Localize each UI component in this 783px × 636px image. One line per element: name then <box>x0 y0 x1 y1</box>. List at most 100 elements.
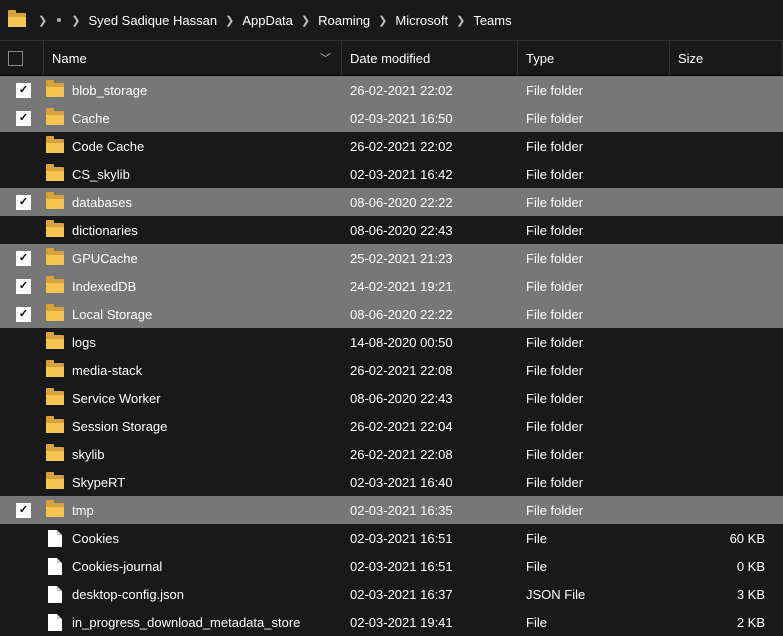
item-name: databases <box>72 195 132 210</box>
table-row[interactable]: SkypeRT02-03-2021 16:40File folder <box>0 468 783 496</box>
table-row[interactable]: Cookies-journal02-03-2021 16:51File0 KB <box>0 552 783 580</box>
item-name: media-stack <box>72 363 142 378</box>
item-type: File folder <box>518 167 670 182</box>
table-row[interactable]: databases08-06-2020 22:22File folder <box>0 188 783 216</box>
table-row[interactable]: GPUCache25-02-2021 21:23File folder <box>0 244 783 272</box>
item-type: File folder <box>518 419 670 434</box>
table-row[interactable]: Local Storage 08-06-2020 22:22File folder <box>0 300 783 328</box>
folder-icon <box>46 167 64 181</box>
item-name: CS_skylib <box>72 167 130 182</box>
item-name: IndexedDB <box>72 279 136 294</box>
item-type: File <box>518 615 670 630</box>
item-type: File folder <box>518 279 670 294</box>
table-row[interactable]: media-stack 26-02-2021 22:08File folder <box>0 356 783 384</box>
item-name: GPUCache <box>72 251 138 266</box>
item-date: 08-06-2020 22:22 <box>342 307 518 322</box>
folder-icon <box>46 279 64 293</box>
folder-icon <box>46 503 64 517</box>
breadcrumb[interactable]: ❯ ❯ Syed Sadique Hassan ❯ AppData ❯ Roam… <box>0 0 783 40</box>
ellipsis-crumb[interactable] <box>57 18 61 22</box>
item-type: File folder <box>518 139 670 154</box>
item-type: JSON File <box>518 587 670 602</box>
column-header-size[interactable]: Size <box>670 41 783 75</box>
table-row[interactable]: dictionaries08-06-2020 22:43File folder <box>0 216 783 244</box>
table-row[interactable]: Service Worker08-06-2020 22:43File folde… <box>0 384 783 412</box>
table-row[interactable]: Cache02-03-2021 16:50File folder <box>0 104 783 132</box>
table-row[interactable]: desktop-config.json02-03-2021 16:37JSON … <box>0 580 783 608</box>
chevron-right-icon: ❯ <box>454 14 467 27</box>
item-type: File folder <box>518 335 670 350</box>
item-date: 02-03-2021 16:35 <box>342 503 518 518</box>
item-name: Session Storage <box>72 419 167 434</box>
chevron-down-icon[interactable]: ﹀ <box>320 50 331 66</box>
table-row[interactable]: CS_skylib02-03-2021 16:42File folder <box>0 160 783 188</box>
chevron-right-icon: ❯ <box>36 14 49 27</box>
item-date: 02-03-2021 16:50 <box>342 111 518 126</box>
breadcrumb-item[interactable]: Syed Sadique Hassan <box>88 13 217 28</box>
item-type: File folder <box>518 363 670 378</box>
item-size: 2 KB <box>670 615 783 630</box>
breadcrumb-item[interactable]: Teams <box>473 13 511 28</box>
table-row[interactable]: blob_storage26-02-2021 22:02File folder <box>0 76 783 104</box>
row-checkbox[interactable] <box>16 195 31 210</box>
row-checkbox[interactable] <box>16 111 31 126</box>
table-row[interactable]: Code Cache 26-02-2021 22:02File folder <box>0 132 783 160</box>
item-size: 0 KB <box>670 559 783 574</box>
item-type: File folder <box>518 447 670 462</box>
table-row[interactable]: skylib26-02-2021 22:08File folder <box>0 440 783 468</box>
column-header-name[interactable]: Name ﹀ <box>44 41 342 75</box>
breadcrumb-item[interactable]: AppData <box>242 13 293 28</box>
item-type: File folder <box>518 195 670 210</box>
item-date: 08-06-2020 22:43 <box>342 391 518 406</box>
item-date: 08-06-2020 22:43 <box>342 223 518 238</box>
row-checkbox[interactable] <box>16 251 31 266</box>
item-type: File folder <box>518 223 670 238</box>
table-row[interactable]: Session Storage 26-02-2021 22:04File fold… <box>0 412 783 440</box>
column-header-date[interactable]: Date modified <box>342 41 518 75</box>
item-date: 02-03-2021 16:40 <box>342 475 518 490</box>
item-type: File <box>518 559 670 574</box>
item-name: desktop-config.json <box>72 587 184 602</box>
chevron-right-icon: ❯ <box>223 14 236 27</box>
item-size: 3 KB <box>670 587 783 602</box>
chevron-right-icon: ❯ <box>69 14 82 27</box>
item-date: 14-08-2020 00:50 <box>342 335 518 350</box>
table-row[interactable]: logs 14-08-2020 00:50File folder <box>0 328 783 356</box>
row-checkbox[interactable] <box>16 83 31 98</box>
file-icon <box>48 530 62 547</box>
folder-icon <box>46 419 64 433</box>
item-name: Code Cache <box>72 139 144 154</box>
file-icon <box>48 558 62 575</box>
file-icon <box>48 586 62 603</box>
folder-icon <box>46 111 64 125</box>
item-date: 26-02-2021 22:02 <box>342 139 518 154</box>
table-row[interactable]: tmp02-03-2021 16:35File folder <box>0 496 783 524</box>
folder-icon <box>46 83 64 97</box>
folder-icon <box>46 335 64 349</box>
row-checkbox[interactable] <box>16 307 31 322</box>
column-label: Size <box>678 51 703 66</box>
item-name: Local Storage <box>72 307 152 322</box>
item-name: Service Worker <box>72 391 161 406</box>
row-checkbox[interactable] <box>16 503 31 518</box>
chevron-right-icon: ❯ <box>376 14 389 27</box>
column-header-type[interactable]: Type <box>518 41 670 75</box>
item-name: logs <box>72 335 96 350</box>
folder-icon <box>46 447 64 461</box>
table-row[interactable]: Cookies02-03-2021 16:51File60 KB <box>0 524 783 552</box>
item-name: Cookies <box>72 531 119 546</box>
item-name: blob_storage <box>72 83 147 98</box>
item-name: skylib <box>72 447 105 462</box>
item-date: 26-02-2021 22:04 <box>342 419 518 434</box>
breadcrumb-item[interactable]: Roaming <box>318 13 370 28</box>
item-date: 26-02-2021 22:08 <box>342 363 518 378</box>
table-row[interactable]: IndexedDB24-02-2021 19:21File folder <box>0 272 783 300</box>
item-type: File folder <box>518 307 670 322</box>
select-all-checkbox[interactable] <box>0 41 44 75</box>
item-name: in_progress_download_metadata_store <box>72 615 300 630</box>
item-type: File folder <box>518 503 670 518</box>
item-type: File folder <box>518 111 670 126</box>
breadcrumb-item[interactable]: Microsoft <box>395 13 448 28</box>
row-checkbox[interactable] <box>16 279 31 294</box>
table-row[interactable]: in_progress_download_metadata_store02-03… <box>0 608 783 636</box>
